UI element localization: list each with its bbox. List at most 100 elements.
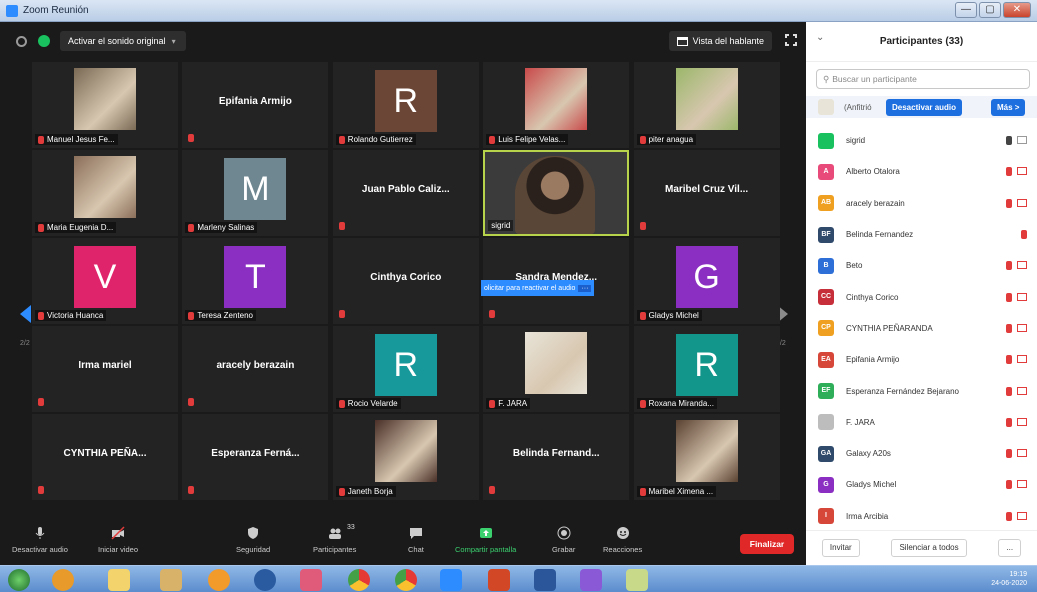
zoom-taskbar-icon[interactable] [440,569,462,591]
participant-tile[interactable]: Luis Felipe Velas... [483,62,630,148]
chrome-icon-2[interactable] [395,569,417,591]
more-options-button[interactable]: ... [998,539,1022,557]
participant-search-input[interactable]: ⚲ Buscar un participante [816,69,1030,89]
participant-tile[interactable]: Maria Eugenia D... [32,150,178,236]
participant-tile[interactable]: Cinthya Corico [332,238,479,324]
participant-tile[interactable]: T Teresa Zenteno [182,238,329,324]
participant-tile[interactable]: piter anagua [633,62,780,148]
reactions-button[interactable]: Reacciones [603,526,642,554]
participant-row[interactable]: A Alberto Otalora [806,156,1037,187]
participant-name: aracely berazain [846,198,905,208]
tile-center-name: Irma mariel [78,360,132,371]
start-video-button[interactable]: Iniciar video [98,526,138,554]
minimize-button[interactable]: — [955,2,977,18]
app-icon-5[interactable] [580,569,602,591]
participant-tile[interactable]: R Rocio Velarde [332,326,479,412]
participant-row[interactable]: G Gladys Michel [806,469,1037,500]
tile-name-label: piter anagua [636,134,697,145]
fullscreen-icon[interactable] [785,34,797,46]
participant-tile[interactable]: Belinda Fernand... [483,414,630,500]
original-sound-label: Activar el sonido original [68,36,166,46]
request-unmute-banner[interactable]: olicitar para reactivar el audio ··· [481,280,595,296]
avatar: G [675,246,738,308]
video-off-icon [1017,136,1027,145]
chrome-icon[interactable] [348,569,370,591]
participant-tile[interactable]: Manuel Jesus Fe... [32,62,178,148]
participant-tile[interactable]: Epifania Armijo [182,62,329,148]
participant-name: Esperanza Fernández Bejarano [846,386,959,396]
participant-tile[interactable]: Maribel Cruz Vil... [633,150,780,236]
video-off-icon [1017,386,1027,395]
participant-tile[interactable]: G Gladys Michel [633,238,780,324]
participant-avatar [818,414,834,431]
host-mute-button[interactable]: Desactivar audio [886,98,963,116]
invite-button[interactable]: Invitar [821,539,860,557]
tile-name-text: Manuel Jesus Fe... [47,135,115,144]
participant-tile[interactable]: sigrid [483,150,630,236]
app-icon-2[interactable] [208,569,230,591]
participant-row[interactable]: B Beto [806,250,1037,281]
participant-row[interactable]: BF Belinda Fernandez [806,219,1037,250]
app-icon-4[interactable] [300,569,322,591]
tile-center-name: Maribel Cruz Vil... [665,184,749,195]
tile-name-text: Janeth Borja [347,487,393,496]
participant-name: F. JARA [846,417,875,427]
security-button[interactable]: Seguridad [236,526,270,554]
file-explorer-icon[interactable] [108,569,130,591]
participant-tile[interactable]: V Victoria Huanca [32,238,178,324]
end-meeting-button[interactable]: Finalizar [740,534,794,554]
encryption-check-icon[interactable] [38,35,50,47]
participant-tile[interactable]: Maribel Ximena ... [633,414,780,500]
video-off-icon [1017,323,1027,332]
participant-row[interactable]: AB aracely berazain [806,188,1037,219]
participant-row[interactable]: I Irma Arcibia [806,501,1037,532]
participant-tile[interactable]: Janeth Borja [332,414,479,500]
speaker-view-button[interactable]: Vista del hablante [668,31,772,51]
more-options-icon[interactable]: ··· [578,284,592,292]
app-icon-1[interactable] [160,569,182,591]
app-icon-6[interactable] [626,569,648,591]
mic-muted-icon [489,135,496,144]
tile-center-name: aracely berazain [216,360,295,371]
host-row[interactable]: (Anfitrió Desactivar audio Más > [806,96,1037,118]
security-shield-icon[interactable] [16,36,27,47]
participant-row[interactable]: sigrid [806,125,1037,156]
window-title: Zoom Reunión [23,5,89,16]
participant-row[interactable]: EF Esperanza Fernández Bejarano [806,375,1037,406]
mic-muted-icon [338,135,345,144]
original-sound-button[interactable]: Activar el sonido original ▾ [60,31,186,51]
participant-tile[interactable]: M Marleny Salinas [182,150,329,236]
share-screen-button[interactable]: Compartir pantalla [455,526,516,554]
participant-row[interactable]: GA Galaxy A20s [806,438,1037,469]
participant-tile[interactable]: Esperanza Ferná... [182,414,329,500]
participant-tile[interactable]: F. JARA [483,326,630,412]
mute-all-button[interactable]: Silenciar a todos [891,539,967,557]
participant-tile[interactable]: R Rolando Gutierrez [332,62,479,148]
maximize-button[interactable]: ▢ [979,2,1001,18]
participant-row[interactable]: CC Cinthya Corico [806,281,1037,312]
participant-row[interactable]: F. JARA [806,407,1037,438]
media-player-icon[interactable] [52,569,74,591]
participant-tile[interactable]: R Roxana Miranda... [633,326,780,412]
word-icon[interactable] [534,569,556,591]
host-more-button[interactable]: Más > [991,98,1026,116]
mic-muted-icon [188,311,195,320]
close-button[interactable]: ✕ [1003,2,1031,18]
participant-tile[interactable]: CYNTHIA PEÑA... [32,414,178,500]
participant-tile[interactable]: Irma mariel [32,326,178,412]
app-icon-3[interactable] [254,569,276,591]
participant-row[interactable]: EA Epifania Armijo [806,344,1037,375]
mute-button[interactable]: Desactivar audio [12,526,68,554]
participant-name: Belinda Fernandez [846,230,914,240]
mic-muted-icon [489,399,496,408]
previous-page-arrow-icon[interactable] [20,305,31,323]
tile-name-label: Teresa Zenteno [185,310,256,321]
participants-count: 33 [347,524,355,531]
chat-button[interactable]: Chat [408,526,424,554]
record-button[interactable]: Grabar [552,526,575,554]
participant-row[interactable]: CP CYNTHIA PEÑARANDA [806,313,1037,344]
start-button-icon[interactable] [8,569,30,591]
participant-tile[interactable]: aracely berazain [182,326,329,412]
powerpoint-icon[interactable] [488,569,510,591]
participant-tile[interactable]: Juan Pablo Caliz... [332,150,479,236]
